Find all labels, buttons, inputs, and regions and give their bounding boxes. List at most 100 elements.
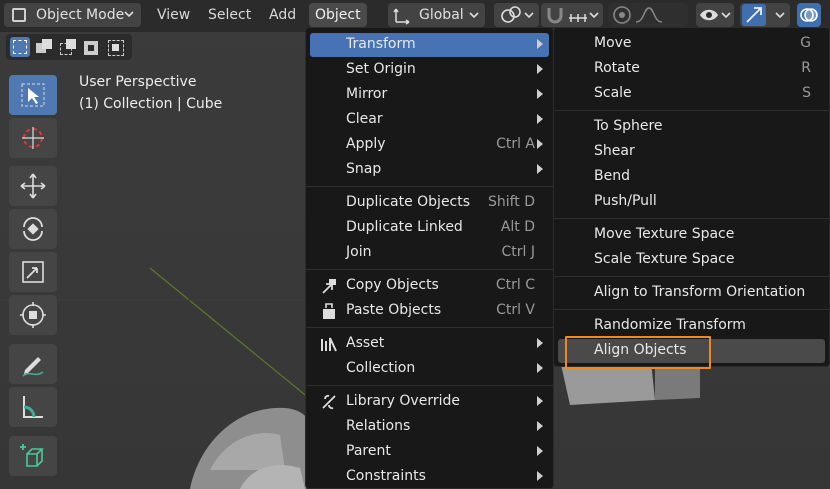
menu-item-move-texture-space[interactable]: Move Texture Space xyxy=(558,223,825,247)
gizmo-dropdown[interactable] xyxy=(740,3,790,27)
transform-icon xyxy=(20,302,46,328)
submenu-arrow-icon xyxy=(537,363,543,373)
scale-tool[interactable] xyxy=(9,252,57,292)
select-box-tool[interactable] xyxy=(9,75,57,115)
add-cube-icon xyxy=(20,444,44,467)
proportional-editing[interactable] xyxy=(608,3,688,27)
menu-item-transform[interactable]: Transform xyxy=(310,33,549,57)
menu-item-shear[interactable]: Shear xyxy=(558,140,825,164)
chevron-down-icon xyxy=(775,12,785,19)
paste-icon xyxy=(323,303,335,319)
menu-item-relations[interactable]: Relations xyxy=(310,415,549,439)
menu-separator xyxy=(306,385,553,386)
menu-item-apply[interactable]: Apply Ctrl A xyxy=(310,133,549,157)
select-box-icon xyxy=(21,83,45,107)
menu-item-move[interactable]: Move G xyxy=(558,32,825,56)
eye-icon xyxy=(700,9,718,21)
menu-item-shortcut: Ctrl V xyxy=(496,302,535,318)
select-new-icon[interactable] xyxy=(10,37,30,57)
view-name: User Perspective xyxy=(79,74,197,90)
mode-dropdown[interactable]: Object Mode xyxy=(4,3,141,27)
menu-item-label: Relations xyxy=(346,418,411,434)
menu-item-label: Bend xyxy=(594,168,630,184)
menu-item-clear[interactable]: Clear xyxy=(310,108,549,132)
menu-item-asset[interactable]: Asset xyxy=(310,332,549,356)
submenu-arrow-icon xyxy=(537,89,543,99)
menu-item-to-sphere[interactable]: To Sphere xyxy=(558,115,825,139)
menu-item-snap[interactable]: Snap xyxy=(310,158,549,182)
menu-item-shortcut: G xyxy=(800,35,811,51)
select-extend-icon[interactable] xyxy=(34,37,54,57)
menu-item-paste-objects[interactable]: Paste Objects Ctrl V xyxy=(310,299,549,323)
menu-item-label: Duplicate Linked xyxy=(346,219,463,235)
measure-tool[interactable] xyxy=(9,387,57,427)
chevron-down-icon xyxy=(721,12,731,19)
menu-separator xyxy=(554,110,829,111)
snap-dropdown[interactable] xyxy=(541,3,603,27)
overlays-button[interactable] xyxy=(797,3,821,27)
object-menu: Transform Set Origin Mirror Clear Apply … xyxy=(305,27,554,489)
visibility-dropdown[interactable] xyxy=(696,3,734,27)
collection-info: (1) Collection | Cube xyxy=(79,96,223,112)
menu-item-push-pull[interactable]: Push/Pull xyxy=(558,190,825,214)
submenu-arrow-icon xyxy=(537,446,543,456)
menu-item-shortcut: Shift D xyxy=(487,194,535,210)
orientation-label: Global xyxy=(419,7,464,23)
menu-item-mirror[interactable]: Mirror xyxy=(310,83,549,107)
menu-item-align-to-transform-orientation[interactable]: Align to Transform Orientation xyxy=(558,281,825,305)
submenu-arrow-icon xyxy=(537,421,543,431)
menu-object[interactable]: Object xyxy=(309,3,367,27)
menu-item-collection[interactable]: Collection xyxy=(310,357,549,381)
menu-item-parent[interactable]: Parent xyxy=(310,440,549,464)
menu-separator xyxy=(306,186,553,187)
move-tool[interactable] xyxy=(9,166,57,206)
menu-item-constraints[interactable]: Constraints xyxy=(310,465,549,489)
menu-item-label: Align to Transform Orientation xyxy=(594,284,806,300)
menu-item-label: Scale xyxy=(594,85,632,101)
menu-item-scale[interactable]: Scale S xyxy=(558,82,825,106)
menu-separator xyxy=(306,327,553,328)
menu-item-duplicate-linked[interactable]: Duplicate Linked Alt D xyxy=(310,216,549,240)
chevron-down-icon xyxy=(524,12,534,19)
menu-item-label: Mirror xyxy=(346,86,388,102)
transform-orientation-dropdown[interactable]: Global xyxy=(388,3,485,27)
menu-item-shortcut: Ctrl J xyxy=(501,244,536,260)
menu-item-label: Transform xyxy=(346,36,416,52)
cursor-tool[interactable] xyxy=(9,118,57,158)
menu-view[interactable]: View xyxy=(151,3,196,27)
menu-item-shortcut: Ctrl A xyxy=(496,136,535,152)
menu-item-join[interactable]: Join Ctrl J xyxy=(310,241,549,265)
orientation-icon xyxy=(393,8,410,25)
menu-item-label: Scale Texture Space xyxy=(594,251,735,267)
pivot-dropdown[interactable] xyxy=(494,3,539,27)
menu-item-label: Snap xyxy=(346,161,382,177)
menu-item-shortcut: Alt D xyxy=(500,219,535,235)
select-invert-icon[interactable] xyxy=(82,37,102,57)
menu-item-bend[interactable]: Bend xyxy=(558,165,825,189)
annotate-tool[interactable] xyxy=(9,344,57,384)
menu-item-rotate[interactable]: Rotate R xyxy=(558,57,825,81)
menu-item-label: Shear xyxy=(594,143,635,159)
menu-add[interactable]: Add xyxy=(263,3,302,27)
rotate-tool[interactable] xyxy=(9,209,57,249)
select-intersect-icon[interactable] xyxy=(106,37,126,57)
copy-icon xyxy=(322,279,336,294)
menu-item-label: Randomize Transform xyxy=(594,317,746,333)
menu-item-set-origin[interactable]: Set Origin xyxy=(310,58,549,82)
magnet-icon xyxy=(547,8,563,24)
add-cube-tool[interactable] xyxy=(9,436,57,476)
menu-item-copy-objects[interactable]: Copy Objects Ctrl C xyxy=(310,274,549,298)
menu-item-randomize-transform[interactable]: Randomize Transform xyxy=(558,314,825,338)
submenu-arrow-icon xyxy=(537,164,543,174)
submenu-arrow-icon xyxy=(537,114,543,124)
rotate-icon xyxy=(23,217,43,241)
menu-item-shortcut: R xyxy=(801,60,811,76)
menu-item-duplicate-objects[interactable]: Duplicate Objects Shift D xyxy=(310,191,549,215)
menu-item-label: Constraints xyxy=(346,468,426,484)
menu-item-library-override[interactable]: Library Override xyxy=(310,390,549,414)
submenu-arrow-icon xyxy=(537,471,543,481)
transform-tool[interactable] xyxy=(9,295,57,335)
menu-select[interactable]: Select xyxy=(202,3,257,27)
menu-item-scale-texture-space[interactable]: Scale Texture Space xyxy=(558,248,825,272)
select-subtract-icon[interactable] xyxy=(58,37,78,57)
